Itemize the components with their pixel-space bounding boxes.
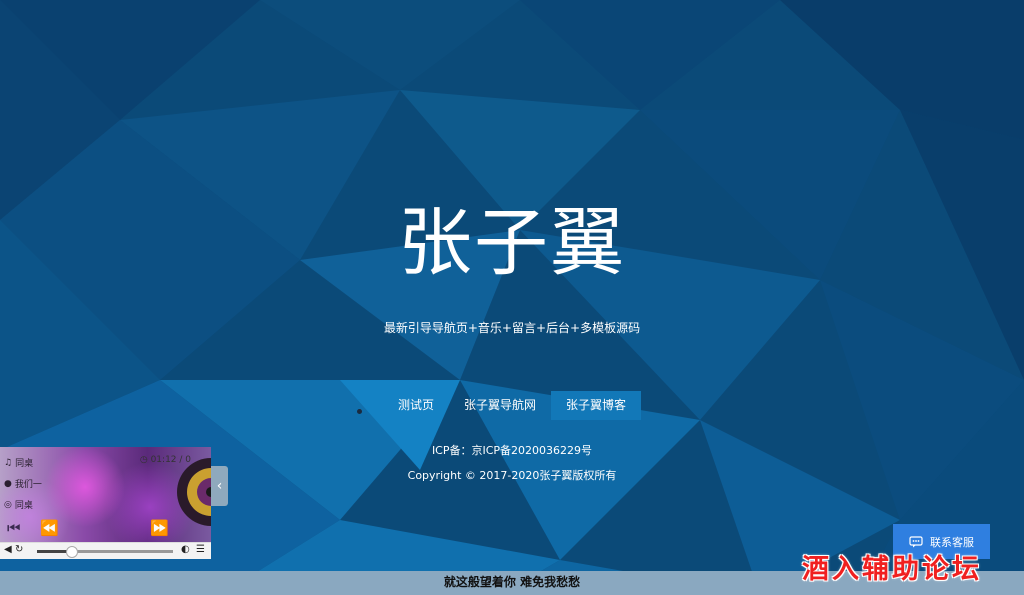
site-subtitle: 最新引导导航页+音乐+留言+后台+多模板源码 bbox=[383, 321, 641, 335]
decorative-dot bbox=[357, 409, 362, 414]
music-note-icon: ♫ bbox=[4, 457, 13, 468]
clock-icon: ◷ bbox=[139, 455, 148, 465]
disc-icon: ◎ bbox=[4, 499, 12, 510]
chat-icon bbox=[909, 535, 923, 547]
chevron-left-icon: ‹ bbox=[216, 478, 223, 494]
vinyl-disc bbox=[177, 458, 211, 526]
forum-watermark: 酒入辅助论坛 bbox=[802, 554, 982, 585]
user-icon: ● bbox=[4, 478, 12, 489]
site-title: 张子翼 bbox=[398, 200, 626, 286]
rewind-icon[interactable]: ⏪ bbox=[40, 519, 59, 537]
playlist-icon[interactable]: ☰ bbox=[196, 544, 205, 555]
song-title: 同桌 bbox=[15, 459, 34, 469]
artist-name: 我们一 bbox=[14, 480, 42, 490]
loop-icon[interactable]: ↻ bbox=[15, 544, 23, 555]
song-row: ♫ 同桌 bbox=[4, 456, 34, 470]
artist-row: ● 我们一 bbox=[4, 477, 42, 491]
lyrics-toggle-icon[interactable]: ◐ bbox=[181, 544, 190, 555]
album-name: 同桌 bbox=[14, 501, 33, 511]
progress-thumb[interactable] bbox=[66, 546, 78, 558]
player-control-bar: ◀ ↻ ◐ ☰ bbox=[0, 542, 211, 559]
volume-icon[interactable]: ◀ bbox=[4, 544, 12, 555]
nav-link-blog[interactable]: 张子翼博客 bbox=[551, 391, 642, 420]
player-collapse-button[interactable]: ‹ bbox=[211, 466, 228, 506]
nav-link-test-page[interactable]: 测试页 bbox=[383, 391, 449, 420]
skip-back-icon[interactable]: ⏮ bbox=[7, 519, 21, 537]
nav-link-navigation-site[interactable]: 张子翼导航网 bbox=[449, 391, 551, 420]
nav-links: 测试页 张子翼导航网 张子翼博客 bbox=[383, 391, 642, 420]
fast-forward-icon[interactable]: ⏩ bbox=[150, 519, 169, 537]
album-row: ◎ 同桌 bbox=[4, 498, 33, 512]
